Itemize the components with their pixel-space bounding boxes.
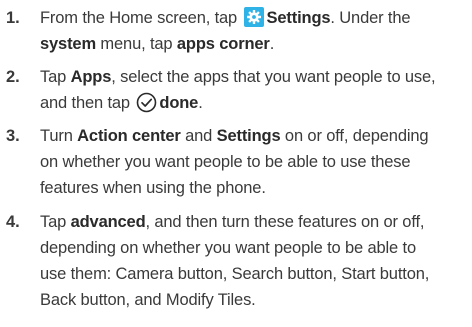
step-number: 1. bbox=[6, 9, 20, 27]
settings-gear-icon bbox=[243, 7, 264, 27]
step-line: Turn Action center and Settings on or of… bbox=[40, 124, 429, 148]
apps-corner-label: apps corner bbox=[176, 35, 270, 53]
system-label: system bbox=[40, 35, 96, 53]
step-text: , select the apps that you want people t… bbox=[111, 68, 436, 86]
step-text: . bbox=[198, 94, 203, 112]
step-text: depending on whether you want people to … bbox=[40, 239, 416, 257]
step-text: features when using the phone. bbox=[40, 179, 266, 197]
step-text: on whether you want people to be able to… bbox=[40, 153, 411, 171]
step-text: Turn bbox=[40, 127, 78, 145]
step-text: and then tap bbox=[40, 94, 135, 112]
settings-label: Settings bbox=[216, 127, 281, 145]
step-number: 4. bbox=[6, 213, 20, 231]
step-line: Tap Apps, select the apps that you want … bbox=[40, 65, 436, 89]
action-center-label: Action center bbox=[77, 127, 181, 145]
step-line: use them: Camera button, Search button, … bbox=[40, 262, 429, 286]
check-circle-icon bbox=[136, 92, 157, 113]
step-line: and then tap done. bbox=[40, 91, 203, 115]
step-line: depending on whether you want people to … bbox=[40, 236, 416, 260]
step-line: features when using the phone. bbox=[40, 176, 266, 200]
step-text: Back button, and Modify Tiles. bbox=[40, 291, 256, 309]
step-line: system menu, tap apps corner. bbox=[40, 32, 274, 56]
apps-label: Apps bbox=[70, 68, 112, 86]
step-text: From the Home screen, tap bbox=[40, 9, 242, 27]
step-text: . Under the bbox=[330, 9, 411, 27]
step-text: , and then turn these features on or off… bbox=[145, 213, 425, 231]
step-text: and bbox=[180, 127, 217, 145]
step-text: on or off, depending bbox=[280, 127, 429, 145]
step-text: use them: Camera button, Search button, … bbox=[40, 265, 430, 283]
step-line: Tap advanced, and then turn these featur… bbox=[40, 210, 424, 234]
step-text: . bbox=[269, 35, 275, 53]
step-number: 2. bbox=[6, 68, 20, 86]
done-label: done bbox=[159, 94, 199, 112]
step-line: on whether you want people to be able to… bbox=[40, 150, 411, 174]
step-line: From the Home screen, tap Settings. Unde… bbox=[40, 6, 411, 30]
step-number: 3. bbox=[6, 127, 20, 145]
step-text: Tap bbox=[40, 213, 71, 231]
step-text: Tap bbox=[40, 68, 71, 86]
instruction-steps: 1. From the Home screen, tap Settings. U… bbox=[0, 0, 472, 327]
advanced-label: advanced bbox=[70, 213, 146, 231]
step-text: menu, tap bbox=[95, 35, 177, 53]
step-line: Back button, and Modify Tiles. bbox=[40, 288, 256, 312]
settings-label: Settings bbox=[266, 9, 331, 27]
